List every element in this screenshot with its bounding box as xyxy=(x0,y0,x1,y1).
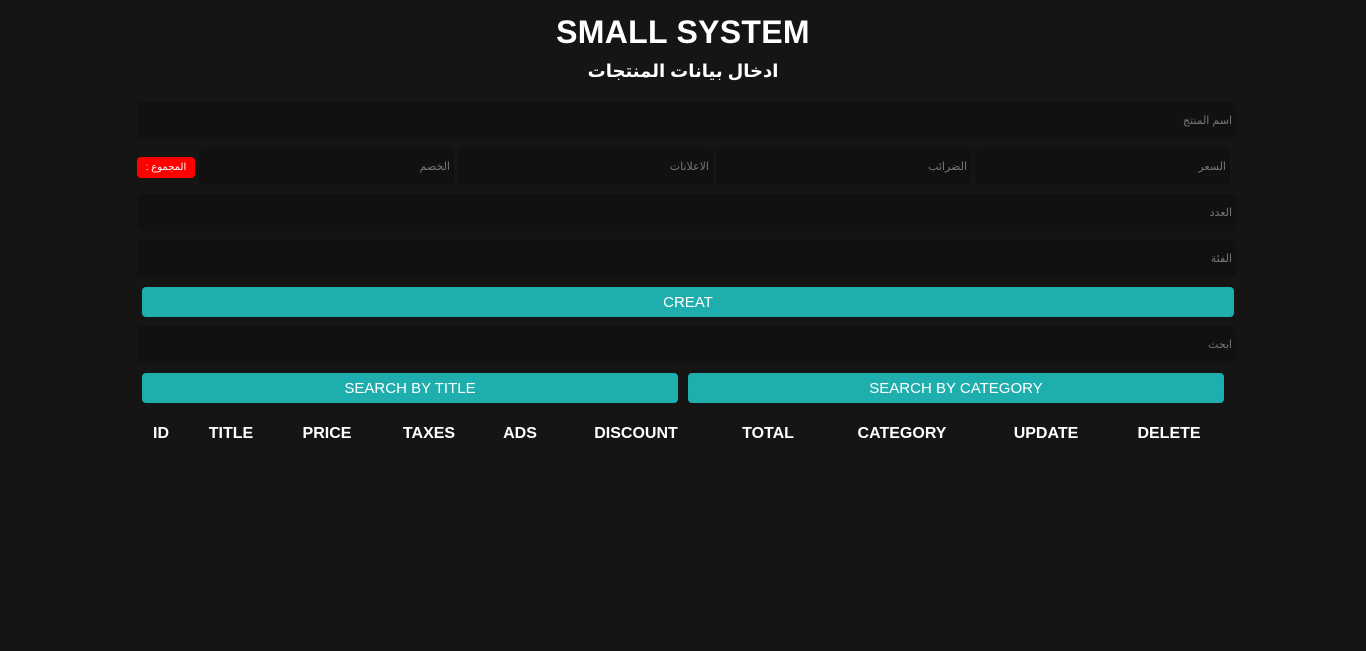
count-input[interactable] xyxy=(137,194,1236,231)
title-input[interactable] xyxy=(137,102,1236,139)
discount-input[interactable] xyxy=(199,148,454,185)
search-input[interactable] xyxy=(137,326,1236,363)
category-input[interactable] xyxy=(137,240,1236,277)
total-badge: المجموع : xyxy=(137,157,195,178)
column-header-update: UPDATE xyxy=(1013,425,1079,442)
column-header-delete: DELETE xyxy=(1137,425,1201,442)
column-header-id: ID xyxy=(153,425,169,442)
page-title: SMALL SYSTEM xyxy=(556,14,810,50)
taxes-input[interactable] xyxy=(716,148,971,185)
column-header-category: CATEGORY xyxy=(857,425,947,442)
column-header-total: TOTAL xyxy=(742,425,794,442)
products-table-header: ID TITLE PRICE TAXES ADS DISCOUNT TOTAL … xyxy=(0,424,1366,446)
search-by-category-button[interactable]: search by category xyxy=(688,373,1224,403)
create-button[interactable]: creat xyxy=(142,287,1234,317)
column-header-taxes: TAXES xyxy=(402,425,456,442)
ads-input[interactable] xyxy=(458,148,713,185)
app-root: SMALL SYSTEM ادخال بيانات المنتجات المجم… xyxy=(0,0,1366,651)
column-header-ads: ADS xyxy=(503,425,537,442)
column-header-price: PRICE xyxy=(302,425,352,442)
column-header-title: TITLE xyxy=(208,425,254,442)
page-subtitle: ادخال بيانات المنتجات xyxy=(587,61,779,81)
search-by-title-button[interactable]: search by title xyxy=(142,373,678,403)
price-input[interactable] xyxy=(975,148,1230,185)
column-header-discount: DISCOUNT xyxy=(594,425,678,442)
